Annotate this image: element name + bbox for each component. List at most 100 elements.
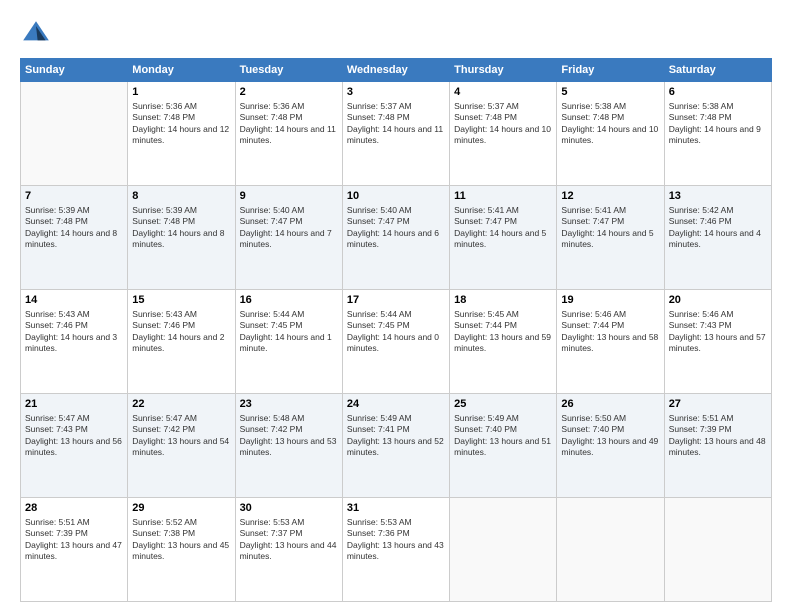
sunrise-text: Sunrise: 5:38 AM: [561, 101, 626, 111]
col-header-tuesday: Tuesday: [235, 59, 342, 82]
sunset-text: Sunset: 7:47 PM: [561, 216, 624, 226]
day-number: 16: [240, 293, 338, 308]
sunset-text: Sunset: 7:48 PM: [25, 216, 88, 226]
daylight-text: Daylight: 13 hours and 53 minutes.: [240, 436, 337, 457]
daylight-text: Daylight: 14 hours and 11 minutes.: [347, 124, 443, 145]
day-cell: 3Sunrise: 5:37 AMSunset: 7:48 PMDaylight…: [342, 82, 449, 186]
week-row-3: 14Sunrise: 5:43 AMSunset: 7:46 PMDayligh…: [21, 290, 772, 394]
daylight-text: Daylight: 13 hours and 48 minutes.: [669, 436, 766, 457]
daylight-text: Daylight: 14 hours and 10 minutes.: [561, 124, 658, 145]
day-cell: 18Sunrise: 5:45 AMSunset: 7:44 PMDayligh…: [450, 290, 557, 394]
day-number: 24: [347, 397, 445, 412]
day-cell: 31Sunrise: 5:53 AMSunset: 7:36 PMDayligh…: [342, 498, 449, 602]
day-number: 3: [347, 85, 445, 100]
daylight-text: Daylight: 14 hours and 12 minutes.: [132, 124, 229, 145]
header: [20, 18, 772, 50]
sunrise-text: Sunrise: 5:47 AM: [25, 413, 90, 423]
daylight-text: Daylight: 14 hours and 5 minutes.: [454, 228, 546, 249]
daylight-text: Daylight: 13 hours and 47 minutes.: [25, 540, 122, 561]
logo: [20, 18, 56, 50]
day-number: 8: [132, 189, 230, 204]
sunrise-text: Sunrise: 5:42 AM: [669, 205, 734, 215]
day-number: 18: [454, 293, 552, 308]
col-header-monday: Monday: [128, 59, 235, 82]
day-number: 21: [25, 397, 123, 412]
sunset-text: Sunset: 7:48 PM: [669, 112, 732, 122]
day-cell: [664, 498, 771, 602]
day-number: 5: [561, 85, 659, 100]
daylight-text: Daylight: 13 hours and 54 minutes.: [132, 436, 229, 457]
day-cell: 25Sunrise: 5:49 AMSunset: 7:40 PMDayligh…: [450, 394, 557, 498]
sunset-text: Sunset: 7:46 PM: [25, 320, 88, 330]
sunset-text: Sunset: 7:47 PM: [240, 216, 303, 226]
day-cell: 9Sunrise: 5:40 AMSunset: 7:47 PMDaylight…: [235, 186, 342, 290]
day-number: 26: [561, 397, 659, 412]
sunrise-text: Sunrise: 5:53 AM: [347, 517, 412, 527]
page: SundayMondayTuesdayWednesdayThursdayFrid…: [0, 0, 792, 612]
day-cell: 4Sunrise: 5:37 AMSunset: 7:48 PMDaylight…: [450, 82, 557, 186]
day-cell: [21, 82, 128, 186]
daylight-text: Daylight: 13 hours and 52 minutes.: [347, 436, 444, 457]
daylight-text: Daylight: 14 hours and 3 minutes.: [25, 332, 117, 353]
sunrise-text: Sunrise: 5:37 AM: [454, 101, 519, 111]
sunrise-text: Sunrise: 5:41 AM: [454, 205, 519, 215]
sunset-text: Sunset: 7:39 PM: [25, 528, 88, 538]
day-cell: 20Sunrise: 5:46 AMSunset: 7:43 PMDayligh…: [664, 290, 771, 394]
sunset-text: Sunset: 7:42 PM: [132, 424, 195, 434]
daylight-text: Daylight: 14 hours and 10 minutes.: [454, 124, 551, 145]
sunrise-text: Sunrise: 5:39 AM: [132, 205, 197, 215]
day-number: 31: [347, 501, 445, 516]
week-row-1: 1Sunrise: 5:36 AMSunset: 7:48 PMDaylight…: [21, 82, 772, 186]
day-number: 19: [561, 293, 659, 308]
day-number: 22: [132, 397, 230, 412]
day-cell: 30Sunrise: 5:53 AMSunset: 7:37 PMDayligh…: [235, 498, 342, 602]
day-cell: 16Sunrise: 5:44 AMSunset: 7:45 PMDayligh…: [235, 290, 342, 394]
sunrise-text: Sunrise: 5:52 AM: [132, 517, 197, 527]
daylight-text: Daylight: 13 hours and 43 minutes.: [347, 540, 444, 561]
sunset-text: Sunset: 7:42 PM: [240, 424, 303, 434]
sunset-text: Sunset: 7:48 PM: [454, 112, 517, 122]
col-header-wednesday: Wednesday: [342, 59, 449, 82]
sunrise-text: Sunrise: 5:41 AM: [561, 205, 626, 215]
sunrise-text: Sunrise: 5:51 AM: [669, 413, 734, 423]
sunset-text: Sunset: 7:45 PM: [240, 320, 303, 330]
day-cell: [557, 498, 664, 602]
sunset-text: Sunset: 7:44 PM: [561, 320, 624, 330]
day-cell: 12Sunrise: 5:41 AMSunset: 7:47 PMDayligh…: [557, 186, 664, 290]
sunset-text: Sunset: 7:40 PM: [454, 424, 517, 434]
sunrise-text: Sunrise: 5:51 AM: [25, 517, 90, 527]
day-number: 9: [240, 189, 338, 204]
calendar-table: SundayMondayTuesdayWednesdayThursdayFrid…: [20, 58, 772, 602]
day-cell: 22Sunrise: 5:47 AMSunset: 7:42 PMDayligh…: [128, 394, 235, 498]
sunrise-text: Sunrise: 5:39 AM: [25, 205, 90, 215]
sunrise-text: Sunrise: 5:36 AM: [240, 101, 305, 111]
header-row: SundayMondayTuesdayWednesdayThursdayFrid…: [21, 59, 772, 82]
day-number: 2: [240, 85, 338, 100]
day-cell: 1Sunrise: 5:36 AMSunset: 7:48 PMDaylight…: [128, 82, 235, 186]
day-number: 15: [132, 293, 230, 308]
sunset-text: Sunset: 7:48 PM: [132, 216, 195, 226]
week-row-4: 21Sunrise: 5:47 AMSunset: 7:43 PMDayligh…: [21, 394, 772, 498]
day-cell: 5Sunrise: 5:38 AMSunset: 7:48 PMDaylight…: [557, 82, 664, 186]
sunset-text: Sunset: 7:47 PM: [454, 216, 517, 226]
sunrise-text: Sunrise: 5:44 AM: [347, 309, 412, 319]
sunrise-text: Sunrise: 5:37 AM: [347, 101, 412, 111]
daylight-text: Daylight: 14 hours and 6 minutes.: [347, 228, 439, 249]
sunrise-text: Sunrise: 5:49 AM: [454, 413, 519, 423]
sunset-text: Sunset: 7:40 PM: [561, 424, 624, 434]
day-cell: 2Sunrise: 5:36 AMSunset: 7:48 PMDaylight…: [235, 82, 342, 186]
sunrise-text: Sunrise: 5:48 AM: [240, 413, 305, 423]
day-number: 27: [669, 397, 767, 412]
daylight-text: Daylight: 14 hours and 8 minutes.: [132, 228, 224, 249]
day-number: 11: [454, 189, 552, 204]
col-header-sunday: Sunday: [21, 59, 128, 82]
sunset-text: Sunset: 7:44 PM: [454, 320, 517, 330]
sunrise-text: Sunrise: 5:45 AM: [454, 309, 519, 319]
day-number: 14: [25, 293, 123, 308]
day-number: 28: [25, 501, 123, 516]
sunset-text: Sunset: 7:43 PM: [669, 320, 732, 330]
daylight-text: Daylight: 14 hours and 2 minutes.: [132, 332, 224, 353]
sunrise-text: Sunrise: 5:40 AM: [347, 205, 412, 215]
sunrise-text: Sunrise: 5:46 AM: [561, 309, 626, 319]
daylight-text: Daylight: 14 hours and 11 minutes.: [240, 124, 336, 145]
